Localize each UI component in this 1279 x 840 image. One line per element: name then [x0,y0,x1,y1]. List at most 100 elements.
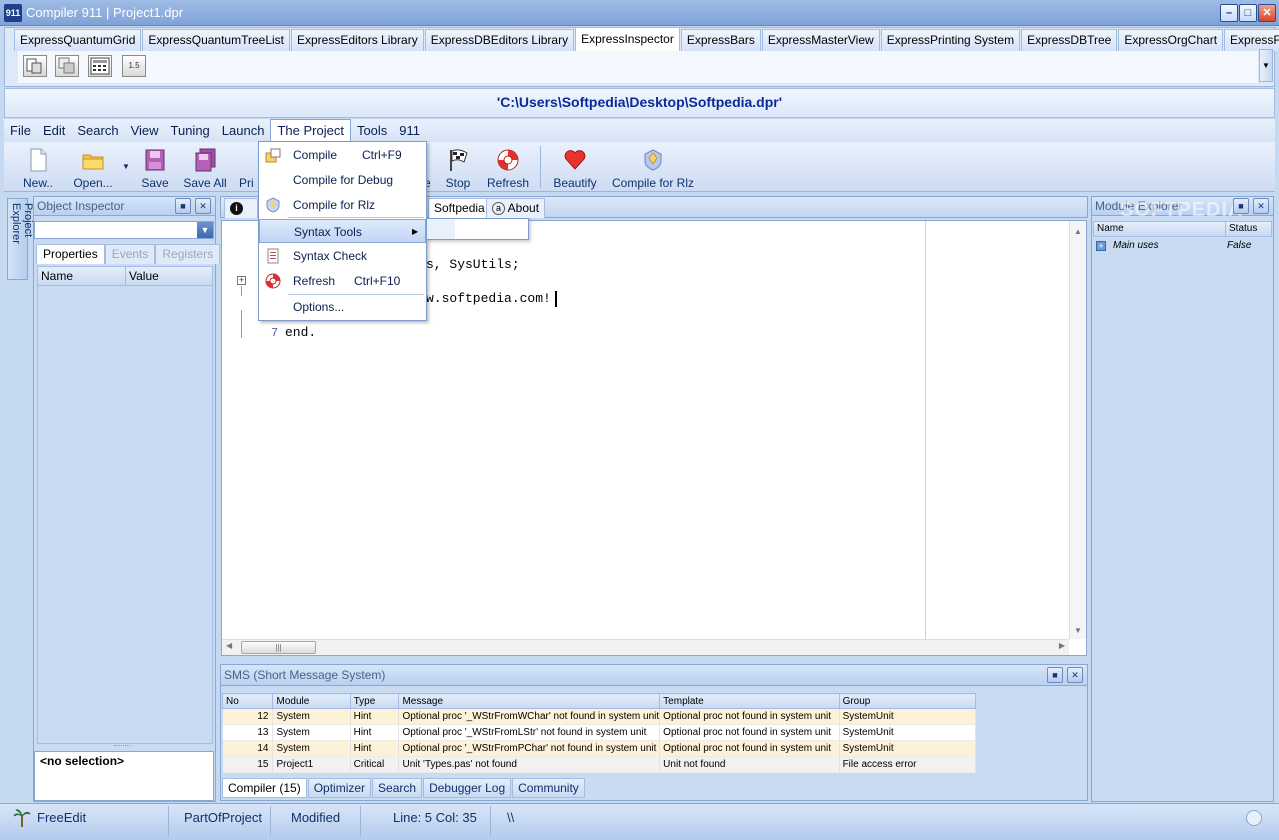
open-button[interactable]: Open... [69,146,117,190]
palette-scroll-button[interactable]: ▼ [1259,49,1273,82]
tab-search[interactable]: Search [372,778,423,798]
menu-edit[interactable]: Edit [37,119,71,142]
text-cursor [555,291,557,307]
tab-compiler[interactable]: Compiler (15) [222,778,307,798]
column-group[interactable]: Group [838,693,977,709]
editor-tab-unit[interactable]: i T [224,198,258,233]
scroll-right-icon[interactable]: ▶ [1059,641,1065,650]
fold-guide [241,310,242,338]
menu-item-syntax-check[interactable]: Syntax Check [259,244,426,268]
column-status[interactable]: Status [1225,222,1257,236]
object-inspector-grid[interactable] [37,286,213,744]
save-button[interactable]: Save [139,146,171,190]
module-explorer-close-icon[interactable]: ✕ [1253,198,1269,214]
column-no[interactable]: No [221,693,274,709]
column-module[interactable]: Module [272,693,351,709]
menu-file[interactable]: File [4,119,37,142]
menu-search[interactable]: Search [71,119,124,142]
editor-tab-softpedia[interactable]: Softpedia [428,198,491,218]
print-button[interactable]: Pri [239,146,259,190]
code-fold-toggle[interactable]: + [237,276,246,285]
tab-properties[interactable]: Properties [36,244,105,264]
menu-launch[interactable]: Launch [216,119,271,142]
editor-horizontal-scrollbar[interactable]: ◀ ▶ [222,639,1069,655]
compile-for-rlz-button[interactable]: Compile for Rlz [611,146,695,190]
table-row[interactable]: 15 Project1 Critical Unit 'Types.pas' no… [222,756,977,773]
palette-tab-quantumgrid[interactable]: ExpressQuantumGrid [14,29,142,51]
menu-view[interactable]: View [125,119,165,142]
expand-icon[interactable]: + [1096,241,1106,251]
object-inspector-pin-icon[interactable]: ■ [175,198,191,214]
app-icon[interactable]: 911 [4,4,22,22]
column-value[interactable]: Value [126,267,159,285]
menu-the-project[interactable]: The Project [270,119,351,142]
horizontal-scroll-thumb[interactable]: ||| [241,641,316,654]
palette-tab-editors-library[interactable]: ExpressEditors Library [291,29,424,51]
scroll-down-icon[interactable]: ▼ [1070,626,1086,635]
spin-edit-component-icon[interactable]: 1.5 [122,55,146,77]
table-row[interactable]: 12 System Hint Optional proc '_WStrFromW… [222,708,977,725]
column-message[interactable]: Message [398,693,661,709]
palette-tab-masterview[interactable]: ExpressMasterView [761,29,880,51]
menu-tools[interactable]: Tools [351,119,393,142]
menu-item-compile-rlz[interactable]: Compile for Rlz [259,193,426,217]
tab-registers[interactable]: Registers [155,244,221,264]
table-row[interactable]: 13 System Hint Optional proc '_WStrFromL… [222,724,977,741]
sms-close-icon[interactable]: ✕ [1067,667,1083,683]
tab-debugger-log[interactable]: Debugger Log [423,778,512,798]
scroll-up-icon[interactable]: ▲ [1070,227,1086,236]
maximize-button[interactable]: □ [1239,4,1257,22]
palette-tab-printing-system[interactable]: ExpressPrinting System [880,29,1021,51]
object-inspector-close-icon[interactable]: ✕ [195,198,211,214]
editor-vertical-scrollbar[interactable]: ▲ ▼ [1069,221,1086,639]
new-button[interactable]: New.. [19,146,57,190]
menu-tuning[interactable]: Tuning [165,119,216,142]
chevron-down-icon[interactable]: ▼ [197,222,213,238]
close-button[interactable]: ✕ [1258,4,1276,22]
refresh-button[interactable]: Refresh [485,146,531,190]
palette-tab-dbtree[interactable]: ExpressDBTree [1021,29,1118,51]
palette-tab-dbeditors-library[interactable]: ExpressDBEditors Library [424,29,575,51]
free-edit-status[interactable]: FreeEdit [37,810,86,825]
tab-community[interactable]: Community [512,778,585,798]
menu-item-compile-debug[interactable]: Compile for Debug [259,168,426,192]
sms-pin-icon[interactable]: ■ [1047,667,1063,683]
palette-tab-flowchart[interactable]: ExpressFlowChart [1224,29,1279,51]
cell-no: 13 [222,724,274,741]
column-template[interactable]: Template [659,693,840,709]
stop-button[interactable]: Stop [441,146,475,190]
path-status: \\ [507,810,515,825]
menu-911[interactable]: 911 [393,119,426,142]
palette-tab-bars[interactable]: ExpressBars [680,29,761,51]
splitter-grip[interactable] [114,745,130,748]
palette-tab-orgchart[interactable]: ExpressOrgChart [1118,29,1224,51]
scroll-left-icon[interactable]: ◀ [226,641,232,650]
menu-item-refresh[interactable]: Refresh Ctrl+F10 [259,269,426,293]
inspector-component-icon[interactable] [23,55,47,77]
compile-debug-label: Compile for Debug [293,173,394,187]
palette-tab-inspector[interactable]: ExpressInspector [575,27,680,51]
table-row[interactable]: 14 System Hint Optional proc '_WStrFromP… [222,740,977,757]
calc-component-icon[interactable] [88,55,112,77]
multi-inspector-component-icon[interactable] [55,55,79,77]
project-explorer-tab[interactable]: Project Explorer [7,198,34,280]
tab-optimizer[interactable]: Optimizer [307,778,372,798]
beautify-button[interactable]: Beautify [550,146,600,190]
column-type[interactable]: Type [349,693,400,709]
column-name[interactable]: Name [38,267,126,285]
open-dropdown-arrow-icon[interactable]: ▼ [122,162,130,171]
module-row[interactable]: + Main uses False [1093,238,1272,254]
column-name[interactable]: Name [1097,222,1124,236]
module-explorer-pin-icon[interactable]: ■ [1233,198,1249,214]
status-indicator-icon[interactable] [1246,810,1262,826]
palette-tab-quantumtreelist[interactable]: ExpressQuantumTreeList [142,29,290,51]
menu-item-syntax-tools[interactable]: Syntax Tools ▶ [259,219,426,243]
toolbar-separator [540,146,541,188]
editor-tab-about[interactable]: a About [486,198,546,218]
menu-item-options[interactable]: Options... [259,295,426,319]
save-all-button[interactable]: Save All [181,146,229,190]
minimize-button[interactable]: – [1220,4,1238,22]
menu-item-compile[interactable]: Compile Ctrl+F9 [259,143,426,167]
tab-events[interactable]: Events [104,244,156,264]
object-selector-combo[interactable] [34,221,214,239]
